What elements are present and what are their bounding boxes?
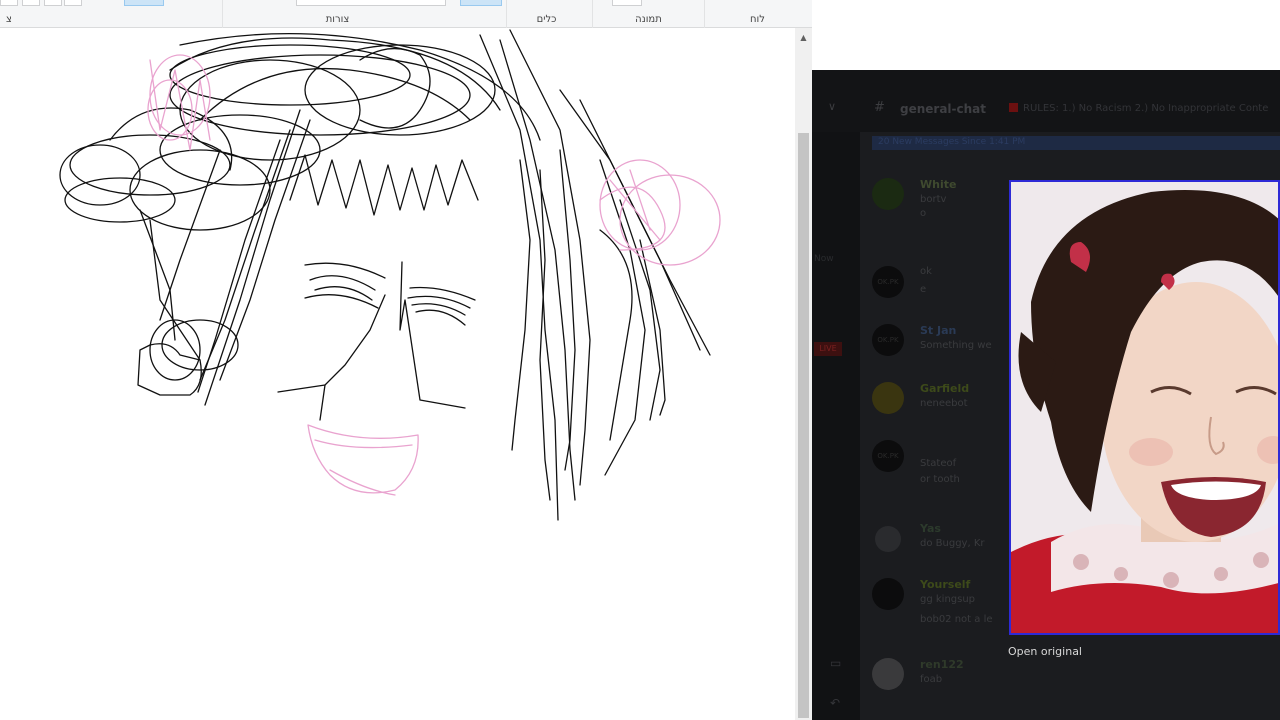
ribbon-button-selected[interactable] xyxy=(124,0,164,6)
image-preview[interactable] xyxy=(1009,180,1280,635)
message-author[interactable]: ren122 xyxy=(920,658,964,671)
phone-icon[interactable]: ↶ xyxy=(830,696,840,710)
message-author[interactable]: St Jan xyxy=(920,324,956,337)
ribbon-button[interactable] xyxy=(64,0,82,6)
ribbon-button[interactable] xyxy=(44,0,62,6)
hash-icon: # xyxy=(874,100,885,115)
channel-name: general-chat xyxy=(900,102,987,116)
ribbon-group-tools: כלים xyxy=(506,0,586,28)
chat-message: ren122 foab xyxy=(868,658,1058,702)
monitor-icon[interactable]: ▭ xyxy=(830,656,841,670)
message-content: e xyxy=(920,284,927,295)
avatar[interactable] xyxy=(872,658,904,690)
new-messages-bar[interactable]: 20 New Messages Since 1:41 PM xyxy=(872,136,1280,150)
live-badge: LIVE xyxy=(814,342,842,356)
ribbon-group-colors: צ xyxy=(0,0,18,28)
message-content: do Buggy, Kr xyxy=(920,538,985,549)
message-content: bob02 not a le xyxy=(920,614,993,625)
scrollbar-thumb[interactable] xyxy=(798,133,809,718)
vertical-scrollbar[interactable]: ▲ xyxy=(795,28,812,720)
ribbon-group-image: תמונה xyxy=(592,0,704,28)
drawing-canvas[interactable] xyxy=(0,28,795,720)
ribbon-button-selected[interactable] xyxy=(460,0,502,6)
message-content: ok xyxy=(920,266,932,277)
ribbon-group-label: צורות xyxy=(325,14,350,25)
server-rail: Now LIVE xyxy=(812,132,860,720)
message-author[interactable]: Garfield xyxy=(920,382,969,395)
rules-icon xyxy=(1009,103,1018,112)
paint-ribbon: צ צורות כלים תמונה לוח xyxy=(0,0,812,28)
ribbon-group-label: תמונה xyxy=(635,14,662,25)
message-content: gg kingsup xyxy=(920,594,976,605)
open-original-link[interactable]: Open original xyxy=(1008,645,1082,658)
ribbon-group-clipboard: לוח xyxy=(704,0,810,28)
ribbon-button[interactable] xyxy=(22,0,40,6)
message-content: bortv xyxy=(920,194,947,205)
ribbon-group-label: לוח xyxy=(750,14,765,25)
chat-app-window: ∨ # general-chat RULES: 1.) No Racism 2.… xyxy=(812,70,1280,720)
new-messages-text: 20 New Messages Since 1:41 PM xyxy=(878,137,1026,147)
paint-window: צ צורות כלים תמונה לוח ▲ xyxy=(0,0,812,720)
message-author[interactable]: Yas xyxy=(920,522,941,535)
scroll-up-icon[interactable]: ▲ xyxy=(795,28,812,45)
message-author[interactable]: White xyxy=(920,178,956,191)
avatar[interactable] xyxy=(875,526,901,552)
child-photo xyxy=(1011,182,1278,633)
channel-topic[interactable]: RULES: 1.) No Racism 2.) No Inappropriat… xyxy=(1023,103,1268,114)
ribbon-group-shapes: צורות xyxy=(222,0,452,28)
message-content: or tooth xyxy=(920,474,960,485)
avatar[interactable]: OK.PK xyxy=(872,440,904,472)
rail-label: Now xyxy=(814,254,834,264)
channel-header: ∨ # general-chat RULES: 1.) No Racism 2.… xyxy=(812,70,1280,132)
avatar[interactable] xyxy=(872,178,904,210)
scribble-drawing xyxy=(59,29,721,521)
message-author[interactable]: Yourself xyxy=(920,578,970,591)
ribbon-group-label: צ xyxy=(6,14,12,25)
avatar[interactable] xyxy=(872,578,904,610)
message-content: Something we xyxy=(920,340,992,351)
message-content: Stateof xyxy=(920,458,957,469)
avatar[interactable] xyxy=(872,382,904,414)
avatar[interactable]: OK.PK xyxy=(872,324,904,356)
avatar[interactable]: OK.PK xyxy=(872,266,904,298)
ribbon-group-label: כלים xyxy=(536,14,557,25)
message-content: foab xyxy=(920,674,943,685)
message-content: o xyxy=(920,208,927,219)
chevron-down-icon[interactable]: ∨ xyxy=(828,100,836,113)
message-content: neneebot xyxy=(920,398,968,409)
desktop-background xyxy=(812,0,1280,70)
